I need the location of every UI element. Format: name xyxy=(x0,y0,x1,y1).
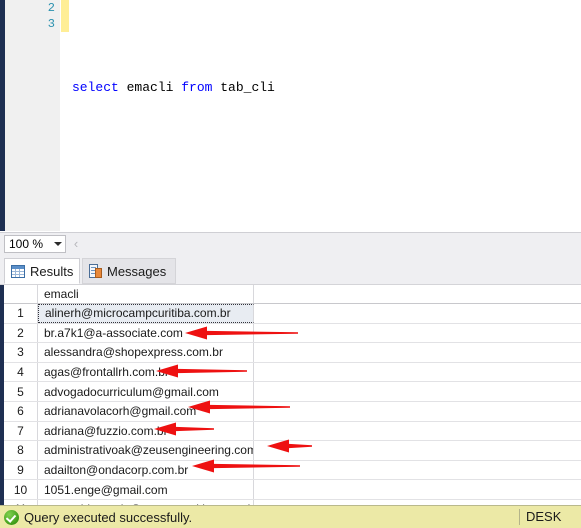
row-number[interactable]: 5 xyxy=(4,382,38,401)
cell-emacli[interactable]: agas@frontallrh.com.br xyxy=(38,362,254,382)
table-row[interactable]: 5 advogadocurriculum@gmail.com xyxy=(4,382,581,402)
results-grid: emacli 1 alinerh@microcampcuritiba.com.b… xyxy=(4,285,581,505)
table-row[interactable]: 3 alessandra@shopexpress.com.br xyxy=(4,343,581,363)
tab-messages-label: Messages xyxy=(107,263,167,279)
table-row[interactable]: 2 br.a7k1@a-associate.com xyxy=(4,323,581,344)
cell-emacli[interactable]: 1051.enge@gmail.com xyxy=(38,480,254,499)
code-line-select-statement[interactable]: select emacli from tab_cli xyxy=(72,80,572,96)
results-grid-pane[interactable]: emacli 1 alinerh@microcampcuritiba.com.b… xyxy=(0,284,581,505)
editor-zoom-bar: 100 % ‹ xyxy=(0,232,581,256)
tab-messages[interactable]: Messages xyxy=(82,258,176,284)
status-bar: Query executed successfully. DESK xyxy=(0,505,581,528)
cell-emacli[interactable]: adrianavolacorh@gmail.com xyxy=(38,401,254,421)
editor-gutter xyxy=(5,0,60,231)
sql-keyword-from: from xyxy=(181,80,213,95)
row-filler xyxy=(254,324,581,343)
row-filler xyxy=(254,343,581,362)
table-row[interactable]: 10 1051.enge@gmail.com xyxy=(4,480,581,500)
row-number[interactable]: 7 xyxy=(4,421,38,441)
cell-emacli[interactable]: adriana@fuzzio.com.br xyxy=(38,421,254,441)
sql-identifier-table: tab_cli xyxy=(212,80,275,95)
grid-icon xyxy=(11,264,25,278)
cell-emacli[interactable]: administrativoak@zeusengineering.com.br xyxy=(38,441,254,460)
chevron-down-icon[interactable] xyxy=(51,242,65,246)
header-filler xyxy=(254,285,581,303)
row-filler xyxy=(254,461,581,480)
row-number[interactable]: 10 xyxy=(4,480,38,499)
line-number: 2 xyxy=(47,1,55,15)
row-number-header xyxy=(4,285,38,303)
table-header-row: emacli xyxy=(4,285,581,304)
sql-identifier-column: emacli xyxy=(118,80,182,95)
row-number[interactable]: 2 xyxy=(4,323,38,343)
status-machine-name: DESK xyxy=(526,509,562,524)
table-row[interactable]: 4 agas@frontallrh.com.br xyxy=(4,362,581,383)
document-icon xyxy=(89,264,102,278)
row-number[interactable]: 1 xyxy=(4,304,38,323)
cell-emacli[interactable]: br.a7k1@a-associate.com xyxy=(38,323,254,343)
editor-change-bar xyxy=(61,0,69,16)
row-number[interactable]: 3 xyxy=(4,343,38,362)
column-header-emacli[interactable]: emacli xyxy=(38,285,254,303)
table-row[interactable]: 7 adriana@fuzzio.com.br xyxy=(4,421,581,442)
nav-back-chevron-icon[interactable]: ‹ xyxy=(70,237,82,251)
row-number[interactable]: 4 xyxy=(4,362,38,382)
row-number[interactable]: 6 xyxy=(4,401,38,421)
success-check-icon xyxy=(4,509,19,525)
table-row[interactable]: 8 administrativoak@zeusengineering.com.b… xyxy=(4,441,581,461)
status-message: Query executed successfully. xyxy=(24,509,193,525)
cell-emacli[interactable]: alinerh@microcampcuritiba.com.br xyxy=(38,304,254,323)
editor-code-area[interactable]: select emacli from tab_cli xyxy=(72,0,572,128)
cell-emacli[interactable]: adailton@ondacorp.com.br xyxy=(38,460,254,480)
sql-editor-pane[interactable]: 2 3 select emacli from tab_cli xyxy=(0,0,581,231)
tab-results[interactable]: Results xyxy=(4,258,80,284)
row-number[interactable]: 9 xyxy=(4,460,38,480)
zoom-level-dropdown[interactable]: 100 % xyxy=(4,235,66,253)
cell-emacli[interactable]: advogadocurriculum@gmail.com xyxy=(38,382,254,401)
row-filler xyxy=(254,382,581,401)
row-filler xyxy=(254,480,581,499)
sql-keyword-select: select xyxy=(72,80,119,95)
cell-emacli[interactable]: alessandra@shopexpress.com.br xyxy=(38,343,254,362)
results-tab-strip: Results Messages xyxy=(0,256,581,284)
table-row[interactable]: 9 adailton@ondacorp.com.br xyxy=(4,460,581,481)
tab-results-label: Results xyxy=(30,263,74,279)
zoom-level-value: 100 % xyxy=(9,237,44,251)
row-number[interactable]: 8 xyxy=(4,441,38,460)
row-filler xyxy=(254,402,581,421)
row-filler xyxy=(254,422,581,441)
status-divider xyxy=(519,509,520,525)
row-filler xyxy=(254,441,581,460)
editor-line-numbers: 2 3 xyxy=(5,0,55,32)
editor-change-bar xyxy=(61,16,69,32)
line-number: 3 xyxy=(47,17,55,31)
table-row[interactable]: 1 alinerh@microcampcuritiba.com.br xyxy=(4,304,581,324)
table-row[interactable]: 6 adrianavolacorh@gmail.com xyxy=(4,401,581,422)
row-filler xyxy=(254,304,581,323)
row-filler xyxy=(254,363,581,382)
